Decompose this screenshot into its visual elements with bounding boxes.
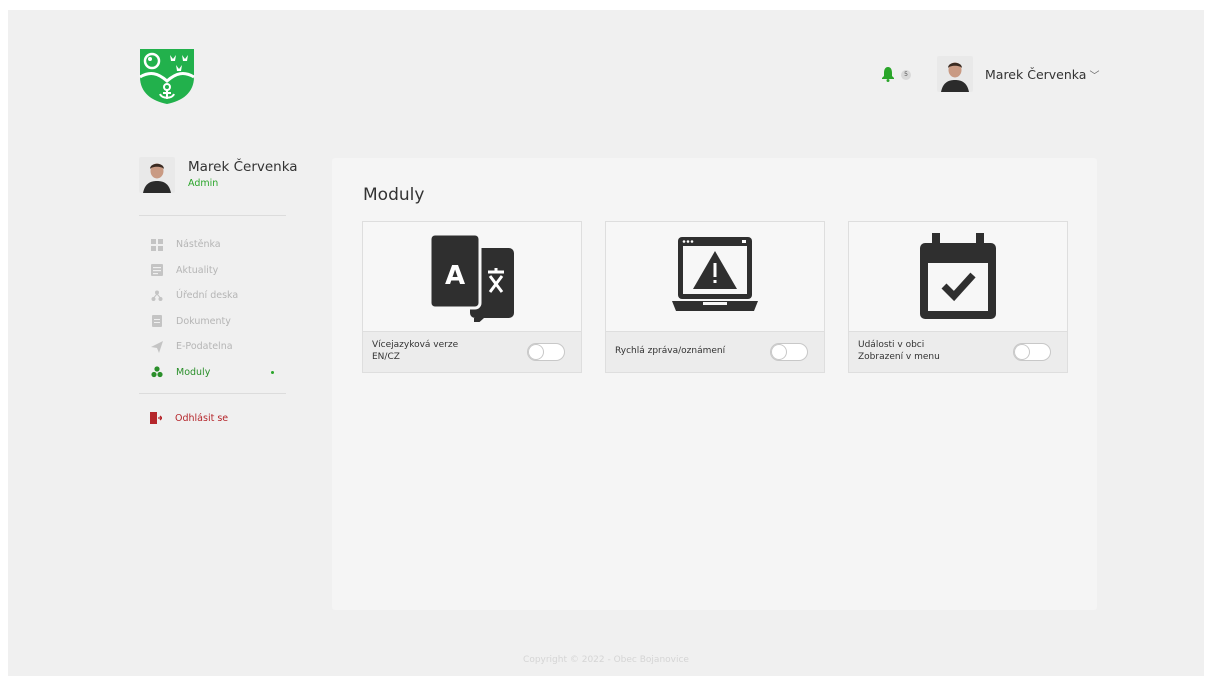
sidebar-item-label: Úřední deska — [176, 290, 239, 302]
sidebar-avatar — [139, 157, 175, 193]
noticeboard-icon — [151, 290, 163, 302]
divider — [139, 215, 286, 216]
divider — [139, 393, 286, 394]
sidebar-item-label: E-Podatelna — [176, 341, 233, 353]
module-label: Vícejazyková verze EN/CZ — [372, 340, 459, 362]
municipality-logo[interactable] — [138, 47, 196, 105]
logout-button[interactable]: Odhlásit se — [139, 412, 228, 424]
bell-icon[interactable] — [881, 66, 895, 82]
active-indicator-dot — [271, 370, 274, 374]
sidebar-user-role: Admin — [188, 178, 219, 189]
module-toggle-events[interactable] — [1013, 343, 1051, 361]
sidebar-item-label: Nástěnka — [176, 239, 221, 251]
dashboard-icon — [151, 238, 163, 251]
sidebar-item-label: Aktuality — [176, 264, 219, 276]
sidebar-item-label: Dokumenty — [176, 315, 231, 327]
user-name: Marek Červenka — [985, 67, 1087, 82]
module-card-footer: Vícejazyková verze EN/CZ — [363, 331, 581, 372]
modules-icon — [151, 366, 163, 378]
translate-icon: A — [363, 222, 581, 332]
logout-icon — [150, 412, 163, 424]
send-icon — [151, 340, 163, 353]
sidebar-user-name: Marek Červenka — [188, 159, 298, 175]
sidebar-item-dokumenty[interactable]: Dokumenty — [139, 309, 286, 335]
module-label: Rychlá zpráva/oznámení — [615, 346, 726, 356]
sidebar-item-label: Moduly — [176, 366, 211, 378]
sidebar-item-e-podatelna[interactable]: E-Podatelna — [139, 334, 286, 360]
module-toggle-quick-message[interactable] — [770, 343, 808, 361]
avatar[interactable] — [937, 56, 973, 92]
module-card-multilanguage: A Vícejazyková verze EN/CZ — [362, 221, 582, 373]
page-title: Moduly — [363, 185, 425, 205]
chevron-down-icon: ﹀ — [1089, 71, 1100, 82]
module-label: Události v obci Zobrazení v menu — [858, 340, 940, 362]
calendar-check-icon — [849, 222, 1067, 332]
module-card-footer: Události v obci Zobrazení v menu — [849, 331, 1067, 372]
notification-count-badge: 5 — [901, 70, 911, 80]
svg-text:A: A — [445, 261, 465, 291]
logout-label: Odhlásit se — [175, 412, 229, 424]
module-toggle-multilanguage[interactable] — [527, 343, 565, 361]
user-menu[interactable]: Marek Červenka ﹀ — [985, 67, 1099, 82]
app-frame: 5 Marek Červenka ﹀ Marek Červenka Admin N… — [8, 10, 1204, 676]
module-card-events: Události v obci Zobrazení v menu — [848, 221, 1068, 373]
footer-copyright: Copyright © 2022 - Obec Bojanovice — [523, 655, 689, 665]
sidebar-nav: Nástěnka Aktuality Úřední deska Dokument… — [139, 232, 286, 385]
module-card-quick-message: Rychlá zpráva/oznámení — [605, 221, 825, 373]
main-panel: Moduly A Vícejazyková verze EN/CZ Rychlá… — [332, 158, 1097, 610]
news-icon — [151, 264, 163, 277]
sidebar-item-nastenka[interactable]: Nástěnka — [139, 232, 286, 258]
warning-screen-icon — [606, 222, 824, 332]
sidebar-item-uredni-deska[interactable]: Úřední deska — [139, 283, 286, 309]
sidebar-item-moduly[interactable]: Moduly — [139, 360, 286, 386]
module-card-footer: Rychlá zpráva/oznámení — [606, 331, 824, 372]
sidebar-item-aktuality[interactable]: Aktuality — [139, 258, 286, 284]
document-icon — [151, 315, 163, 328]
